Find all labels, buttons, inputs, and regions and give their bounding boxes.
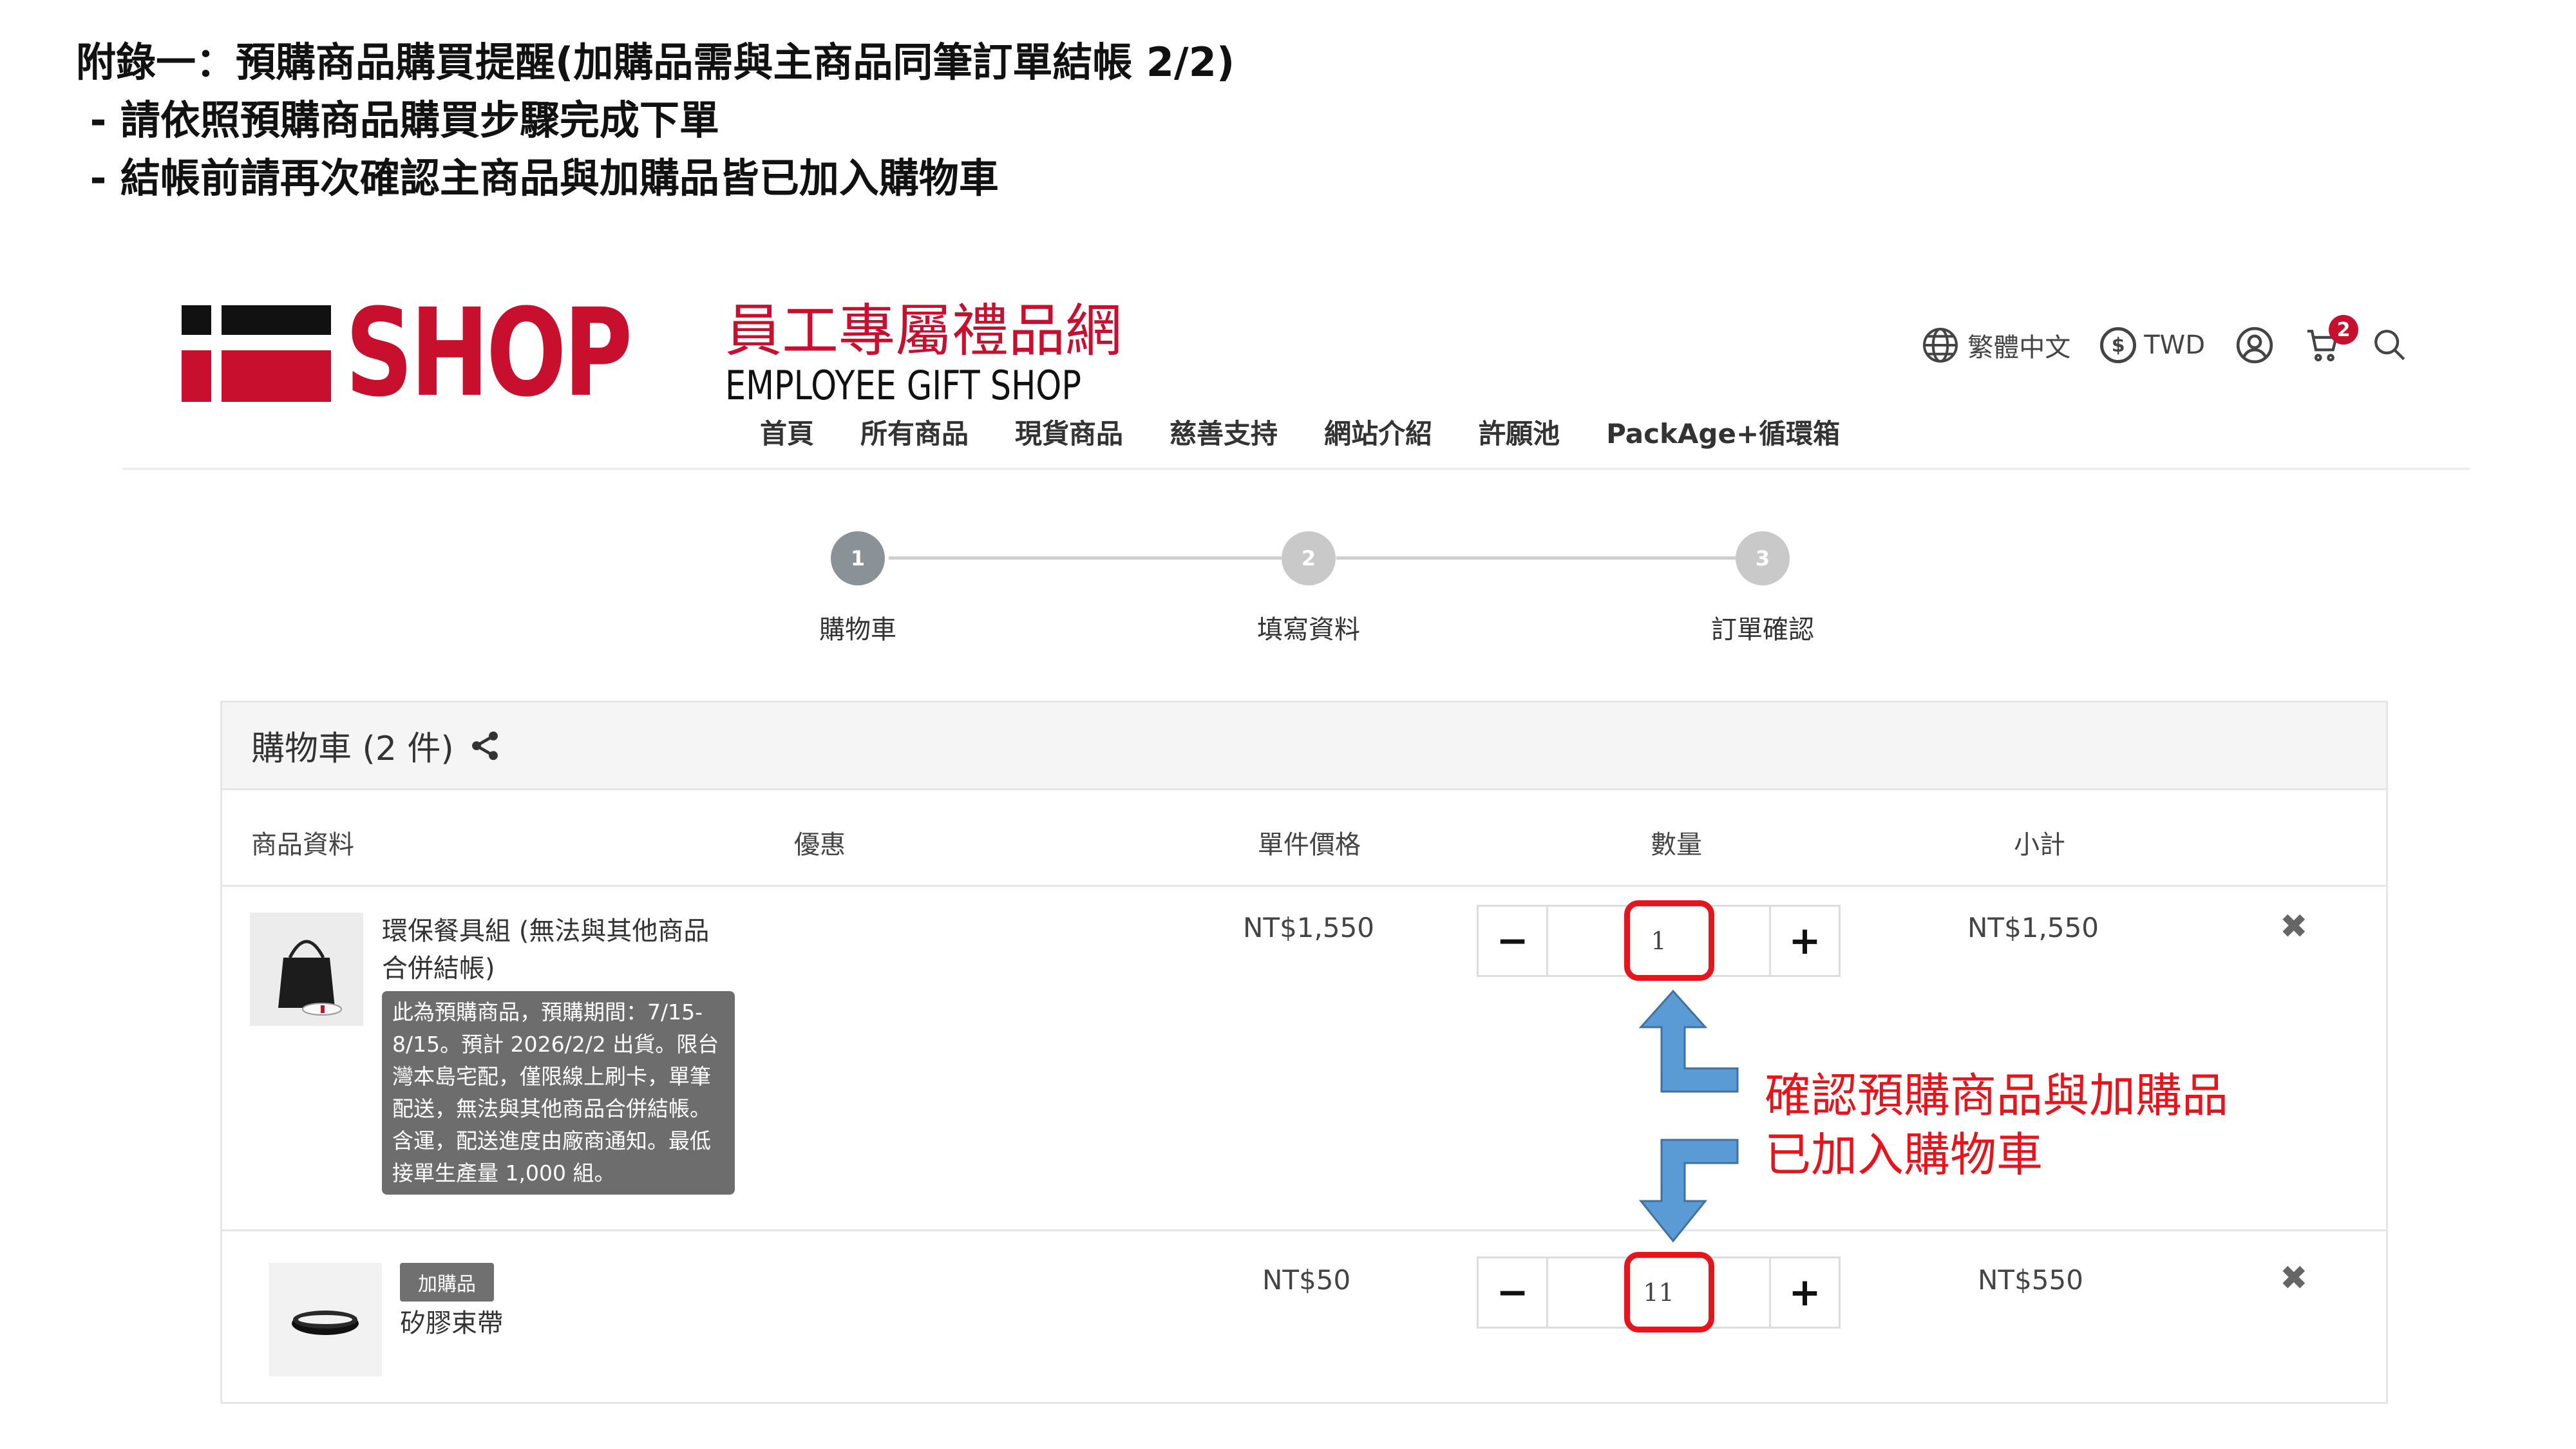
quantity-decrease-button[interactable]: −: [1479, 1258, 1548, 1327]
nav-about[interactable]: 網站介紹: [1324, 412, 1432, 451]
search-button[interactable]: [2371, 327, 2409, 364]
search-icon: [2374, 330, 2405, 361]
annotation-callout: 確認預購商品與加購品 已加入購物車: [1765, 1066, 2228, 1184]
cart-button[interactable]: 2: [2304, 315, 2358, 364]
instruction-step-2: - 結帳前請再次確認主商品與加購品皆已加入購物車: [76, 155, 999, 202]
nav-charity[interactable]: 慈善支持: [1170, 412, 1278, 451]
instruction-step-1: - 請依照預購商品購買步驟完成下單: [76, 97, 719, 144]
cart-column-headers: 商品資料 優惠 單件價格 數量 小計: [222, 790, 2386, 887]
nav-in-stock[interactable]: 現貨商品: [1015, 412, 1123, 451]
quantity-increase-button[interactable]: +: [1769, 1258, 1839, 1327]
col-discount: 優惠: [794, 830, 846, 860]
instruction-title: 附錄一：預購商品購買提醒(加購品需與主商品同筆訂單結帳 2/2): [76, 39, 1235, 86]
header-toolbar: 繁體中文 $ TWD 2: [1921, 315, 2409, 365]
step-3-label: 訂單確認: [1711, 615, 1814, 645]
logo-chinese-name: 員工專屬禮品網: [725, 298, 1122, 364]
product-name-line2: 合併結帳): [382, 954, 495, 983]
nav-wishlist[interactable]: 許願池: [1479, 412, 1560, 451]
language-selector[interactable]: 繁體中文: [1921, 326, 2070, 365]
logo-caption: 員工專屬禮品網 EMPLOYEE GIFT SHOP: [725, 299, 1159, 408]
nav-package[interactable]: PackAge+循環箱: [1606, 412, 1840, 451]
col-subtotal: 小計: [2014, 830, 2065, 860]
quantity-highlight-box: [1624, 900, 1714, 981]
account-button[interactable]: [2235, 325, 2275, 365]
quantity-increase-button[interactable]: +: [1769, 907, 1839, 975]
logo-shop-text: SHOP: [345, 283, 632, 424]
subtotal: NT$550: [1978, 1264, 2083, 1296]
cart-header: 購物車 (2 件): [222, 703, 2386, 790]
nav-home[interactable]: 首頁: [760, 412, 814, 451]
step-2-label: 填寫資料: [1257, 615, 1360, 645]
step-3-dot: 3: [1736, 531, 1790, 585]
user-icon: [2236, 327, 2273, 364]
unit-price: NT$1,550: [1243, 912, 1375, 943]
step-1-label: 購物車: [819, 615, 896, 645]
remove-item-button[interactable]: ✖: [2280, 907, 2308, 946]
preorder-notice: 此為預購商品，預購期間：7/15-8/15。預計 2026/2/2 出貨。限台灣…: [382, 991, 735, 1195]
step-2-dot: 2: [1282, 531, 1336, 585]
tote-bag-image: [250, 913, 363, 1026]
globe-icon: [1923, 328, 1958, 363]
step-1-dot: 1: [831, 531, 885, 585]
main-nav: 首頁 所有商品 現貨商品 慈善支持 網站介紹 許願池 PackAge+循環箱: [760, 412, 1840, 451]
annotation-line1: 確認預購商品與加購品: [1765, 1068, 2229, 1122]
logo-english-name: EMPLOYEE GIFT SHOP: [725, 362, 1081, 409]
product-thumbnail[interactable]: [250, 913, 363, 1026]
cart-panel: 購物車 (2 件) 商品資料 優惠 單件價格 數量 小計 環保餐具組 (無法與其…: [220, 701, 2388, 1404]
logo-mark-icon: [182, 305, 336, 402]
instruction-block: 附錄一：預購商品購買提醒(加購品需與主商品同筆訂單結帳 2/2) - 請依照預購…: [76, 33, 1235, 207]
subtotal: NT$1,550: [1967, 912, 2099, 943]
col-quantity: 數量: [1651, 830, 1702, 860]
currency-label: TWD: [2144, 330, 2205, 360]
quantity-decrease-button[interactable]: −: [1479, 907, 1548, 975]
col-unit-price: 單件價格: [1258, 830, 1361, 860]
language-label: 繁體中文: [1967, 333, 2071, 363]
step-connector: [889, 556, 1282, 560]
quantity-highlight-box: [1624, 1252, 1714, 1332]
dollar-icon: $: [2100, 327, 2137, 363]
site-logo[interactable]: SHOP 員工專屬禮品網 EMPLOYEE GIFT SHOP: [182, 283, 1159, 424]
cable-tie-image: [269, 1263, 382, 1376]
product-name-line1: 環保餐具組 (無法與其他商品: [382, 916, 710, 946]
product-name[interactable]: 環保餐具組 (無法與其他商品 合併結帳): [382, 913, 709, 987]
cart-count-badge: 2: [2329, 315, 2358, 345]
annotation-arrows-icon: [1638, 989, 1739, 1243]
header-divider: [122, 468, 2470, 470]
product-thumbnail[interactable]: [269, 1263, 382, 1376]
annotation-line2: 已加入購物車: [1765, 1128, 2043, 1182]
nav-all-products[interactable]: 所有商品: [860, 412, 969, 451]
row-divider: [222, 1229, 2386, 1231]
add-on-badge: 加購品: [400, 1263, 494, 1302]
col-product: 商品資料: [251, 830, 354, 860]
step-connector: [1336, 556, 1736, 560]
product-name[interactable]: 矽膠束帶: [400, 1305, 503, 1342]
remove-item-button[interactable]: ✖: [2280, 1259, 2308, 1298]
cart-title: 購物車 (2 件): [251, 730, 454, 768]
currency-selector[interactable]: $ TWD: [2100, 327, 2205, 363]
unit-price: NT$50: [1262, 1264, 1351, 1296]
share-icon[interactable]: [468, 729, 502, 762]
